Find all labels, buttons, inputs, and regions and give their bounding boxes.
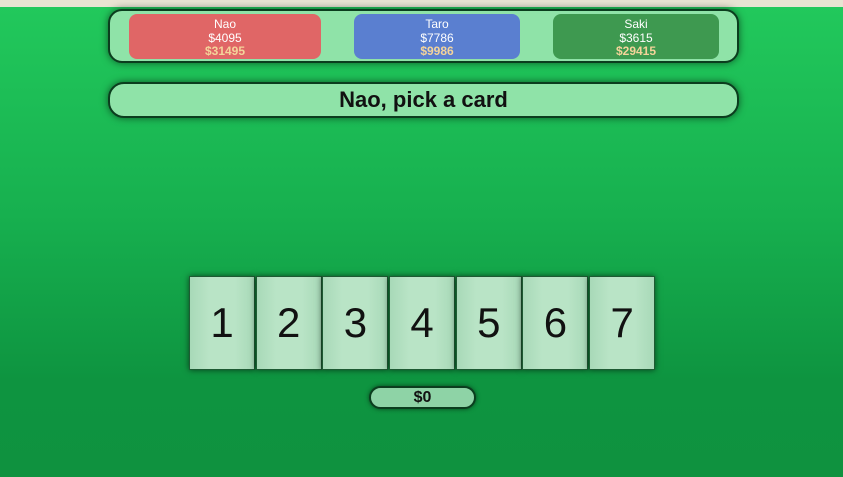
player-cash: $7786 xyxy=(420,30,454,45)
player-name: Saki xyxy=(624,17,648,31)
turn-message: Nao, pick a card xyxy=(108,82,739,118)
player-total: $9986 xyxy=(420,44,454,58)
card-4[interactable]: 4 xyxy=(389,276,456,370)
player-cash: $3615 xyxy=(619,30,653,45)
player-total: $31495 xyxy=(204,44,246,58)
player-panel-nao: Nao $4095 $31495 xyxy=(129,14,321,59)
card-1[interactable]: 1 xyxy=(189,276,255,370)
player-name: Nao xyxy=(213,17,236,31)
card-3[interactable]: 3 xyxy=(322,276,389,370)
card-2[interactable]: 2 xyxy=(255,276,322,370)
scoreboard: Nao $4095 $31495 Taro $7786 $9986 Saki $… xyxy=(108,9,739,63)
player-panel-saki: Saki $3615 $29415 xyxy=(553,14,719,59)
bet-amount-display: $0 xyxy=(369,386,476,409)
card-row: 1 2 3 4 5 6 7 xyxy=(189,276,656,370)
card-5[interactable]: 5 xyxy=(455,276,522,370)
player-panel-taro: Taro $7786 $9986 xyxy=(354,14,520,59)
card-7[interactable]: 7 xyxy=(589,276,656,370)
player-name: Taro xyxy=(425,17,449,31)
player-cash: $4095 xyxy=(208,30,242,45)
top-border-strip xyxy=(0,0,843,7)
player-total: $29415 xyxy=(615,44,657,58)
card-6[interactable]: 6 xyxy=(522,276,589,370)
